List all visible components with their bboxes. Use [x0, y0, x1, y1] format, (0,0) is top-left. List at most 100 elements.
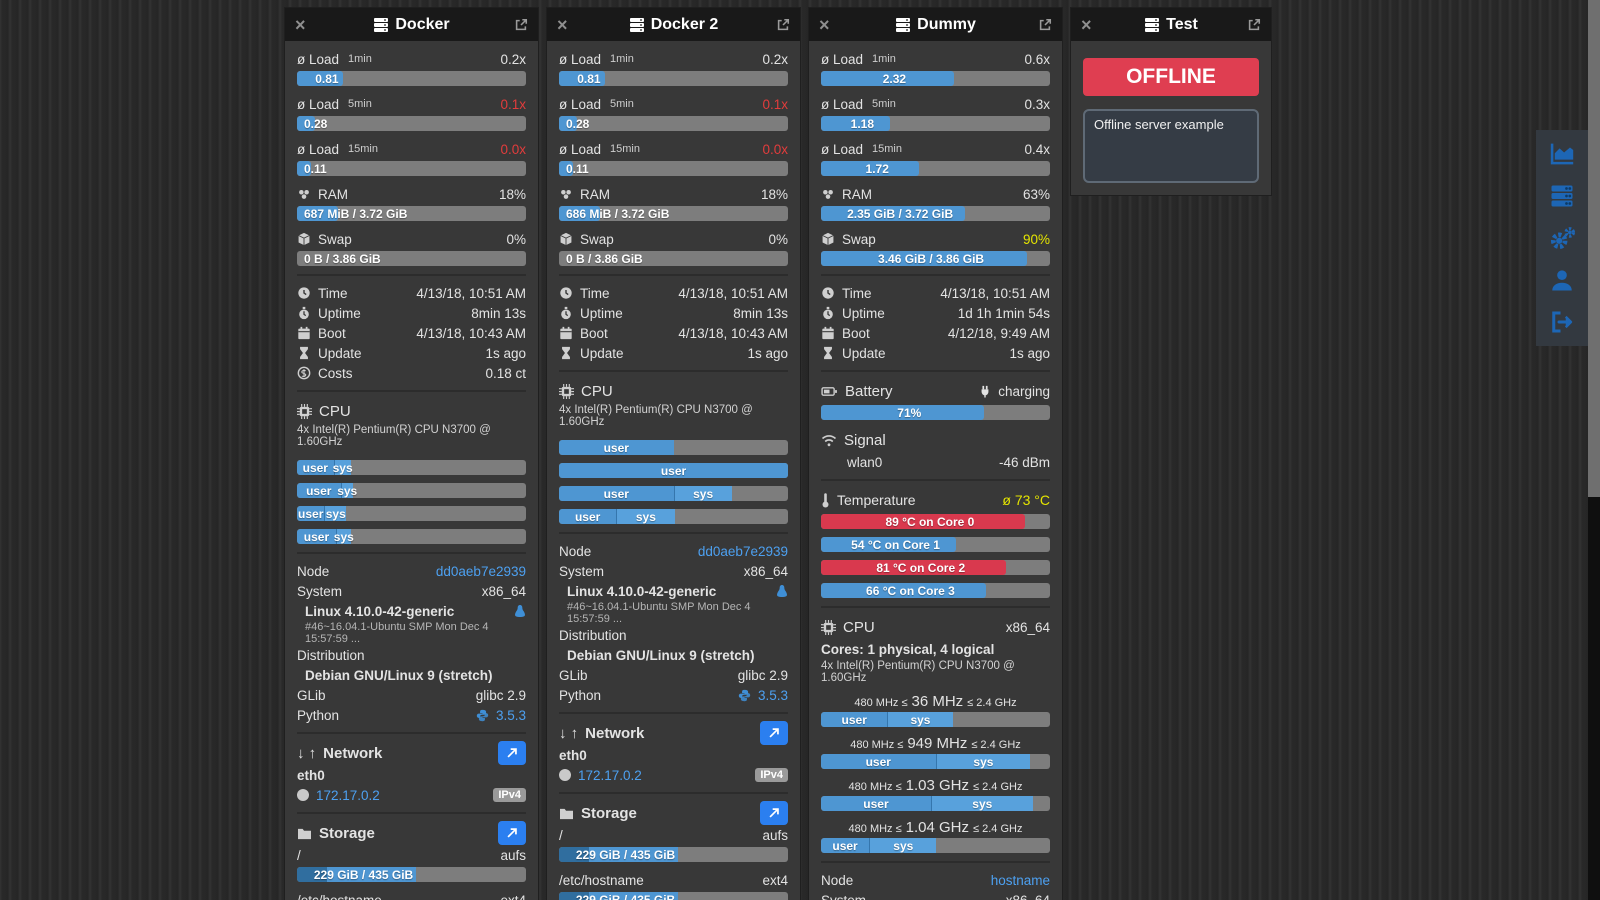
node-id[interactable]: dd0aeb7e2939: [698, 544, 788, 559]
external-link-icon[interactable]: [1036, 18, 1052, 32]
chip-icon: [559, 383, 574, 399]
tool-sidebar: [1536, 130, 1588, 346]
updown-arrows-icon: ↓ ↑: [559, 724, 579, 742]
hourglass-icon: [297, 346, 311, 360]
panel-body: ø Load 1min 0.6x 2.32 ø Load 5min 0.3x 1.18 …: [809, 41, 1062, 900]
temp-average: ø 73 °C: [1002, 492, 1050, 508]
updown-arrows-icon: ↓ ↑: [297, 744, 317, 762]
cpu-section: CPU 4x Intel(R) Pentium(R) CPU N3700 @ 1…: [297, 390, 526, 544]
system-section: Nodehostname Systemx86_64 Linux 4.3.0-42…: [821, 861, 1050, 900]
cpu-core-bar: user sys: [297, 460, 526, 475]
signal-strength: -46 dBm: [998, 454, 1050, 470]
servers-icon: [629, 17, 645, 33]
external-link-icon[interactable]: [1245, 18, 1261, 32]
cpu-section: CPU 4x Intel(R) Pentium(R) CPU N3700 @ 1…: [559, 370, 788, 524]
cpu-core-bar: user: [559, 463, 788, 478]
kernel-build: #46~16.04.1-Ubuntu SMP Mon Dec 4 15:57:5…: [305, 621, 489, 645]
cpu-freq-caption: 480 MHz ≤949 MHz ≤ 2.4 GHz: [850, 735, 1021, 752]
python-icon: [738, 689, 751, 702]
cpu-freq-caption: 480 MHz ≤1.03 GHz ≤ 2.4 GHz: [848, 777, 1023, 794]
cpu-cores-line: Cores: 1 physical, 4 logical: [821, 641, 995, 657]
panel-header: × Docker: [285, 8, 538, 41]
page-scrollbar[interactable]: [1588, 0, 1600, 900]
external-link-icon[interactable]: [512, 18, 528, 32]
kernel-version: Linux 4.10.0-42-generic: [567, 583, 717, 599]
plug-icon: [979, 385, 991, 398]
mount-path: /: [297, 847, 301, 863]
fs-type: ext4: [500, 892, 526, 900]
network-chart-button[interactable]: [498, 741, 526, 765]
ram-bar: 2.35 GiB / 3.72 GiB: [821, 206, 1050, 221]
ipv4-badge: IPv4: [493, 788, 526, 802]
coin-icon: [297, 366, 311, 380]
close-icon[interactable]: ×: [295, 16, 311, 34]
chip-icon: [821, 619, 836, 635]
close-icon[interactable]: ×: [819, 16, 835, 34]
hourglass-icon: [559, 346, 573, 360]
cpu-freq-bar: user sys: [821, 754, 1050, 769]
calendar-icon: [559, 326, 573, 340]
storage-chart-button[interactable]: [498, 821, 526, 845]
disk-usage-bar: 229 GiB / 435 GiB: [297, 867, 526, 882]
node-id[interactable]: hostname: [991, 873, 1050, 888]
cpu-core-bar: user sys: [559, 486, 788, 501]
load-1min-bar: 0.81: [559, 71, 788, 86]
python-icon: [476, 709, 489, 722]
distribution-name: Debian GNU/Linux 9 (stretch): [567, 647, 755, 663]
load-15min-bar: 1.72: [821, 161, 1050, 176]
clock-icon: [297, 286, 311, 300]
servers-icon[interactable]: [1547, 182, 1577, 210]
status-dot: [559, 769, 571, 781]
mount-path: /: [559, 827, 563, 843]
stopwatch-icon: [297, 306, 311, 320]
close-icon[interactable]: ×: [1081, 16, 1097, 34]
system-section: Node dd0aeb7e2939 System x86_64 Linux 4.10…: [559, 532, 788, 705]
cpu-freq-bar: user sys: [821, 838, 1050, 853]
cpu-core-bar: user: [559, 440, 788, 455]
ip-address[interactable]: 172.17.0.2: [316, 788, 380, 803]
settings-gears-icon[interactable]: [1547, 224, 1577, 252]
server-panel-docker: × Docker ø Load 1min 0.2x 0.81 ø Load 5min 0…: [285, 8, 538, 900]
memory-icon: [821, 187, 835, 201]
cpu-core-bar: user sys: [297, 506, 526, 521]
panel-title: Test: [1097, 16, 1245, 34]
panel-title: Docker: [311, 16, 512, 34]
user-icon[interactable]: [1547, 266, 1577, 294]
servers-icon: [1144, 17, 1160, 33]
system-section: Node dd0aeb7e2939 System x86_64 Linux 4.10…: [297, 552, 526, 725]
clock-icon: [821, 286, 835, 300]
linux-penguin-icon: [776, 584, 788, 598]
sign-out-icon[interactable]: [1547, 308, 1577, 336]
network-chart-button[interactable]: [760, 721, 788, 745]
mount-path: /etc/hostname: [559, 872, 644, 888]
load-1min-bar: 0.81: [297, 71, 526, 86]
power-section: Battery charging 71% Signal wlan0 -46 dBm: [821, 370, 1050, 472]
swap-bar: 0 B / 3.86 GiB: [559, 251, 788, 266]
offline-status-badge: OFFLINE: [1083, 58, 1259, 96]
external-link-icon[interactable]: [774, 18, 790, 32]
folder-icon: [559, 807, 574, 820]
core-temp-bar: 66 °C on Core 3: [821, 583, 1050, 598]
scrollbar-thumb[interactable]: [1588, 0, 1600, 497]
panel-title: Docker 2: [573, 16, 774, 34]
close-icon[interactable]: ×: [557, 16, 573, 34]
cpu-section: CPU x86_64 Cores: 1 physical, 4 logical 4…: [821, 606, 1050, 853]
info-section: Time 4/13/18, 10:51 AM Uptime 8min 13s Boo…: [297, 274, 526, 383]
area-chart-icon[interactable]: [1547, 140, 1577, 168]
server-panel-dummy: × Dummy ø Load 1min 0.6x 2.32 ø Load 5min 0.…: [809, 8, 1062, 900]
ip-address[interactable]: 172.17.0.2: [578, 768, 642, 783]
node-id[interactable]: dd0aeb7e2939: [436, 564, 526, 579]
load-5min-bar: 0.28: [297, 116, 526, 131]
kernel-version: Linux 4.10.0-42-generic: [305, 603, 455, 619]
load-1min-bar: 2.32: [821, 71, 1050, 86]
ram-bar: 686 MiB / 3.72 GiB: [559, 206, 788, 221]
storage-chart-button[interactable]: [760, 801, 788, 825]
load-15min-bar: 0.11: [559, 161, 788, 176]
cpu-freq-bar: user sys: [821, 712, 1050, 727]
network-section: ↓ ↑ Network eth0 172.17.0.2 IPv4: [559, 712, 788, 785]
temperature-section: Temperature ø 73 °C 89 °C on Core 0 54 °C…: [821, 479, 1050, 598]
cpu-freq-caption: 480 MHz ≤1.04 GHz ≤ 2.4 GHz: [848, 819, 1023, 836]
info-section: Time 4/13/18, 10:51 AM Uptime 1d 1h 1min 5…: [821, 274, 1050, 363]
calendar-icon: [821, 326, 835, 340]
memory-icon: [559, 187, 573, 201]
